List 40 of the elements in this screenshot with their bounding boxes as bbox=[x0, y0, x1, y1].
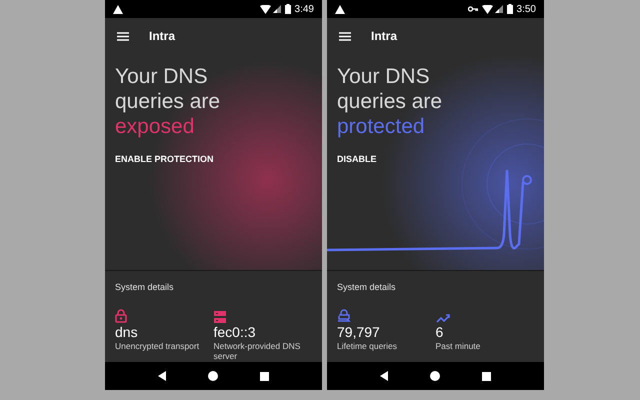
back-icon[interactable] bbox=[380, 371, 388, 381]
wifi-icon bbox=[260, 4, 271, 14]
stat-value: dns bbox=[115, 324, 138, 340]
status-headline: Your DNS queries are bbox=[337, 64, 444, 114]
battery-icon bbox=[506, 4, 513, 14]
padlock-icon bbox=[115, 308, 127, 322]
app-title: Intra bbox=[149, 28, 176, 45]
stat-label: Network-provided DNS server bbox=[214, 340, 302, 360]
stat-label: Unencrypted transport bbox=[115, 340, 200, 350]
battery-icon bbox=[284, 4, 291, 14]
section-title: System details bbox=[337, 281, 397, 294]
padlock-arrow-icon bbox=[337, 308, 351, 322]
section-title: System details bbox=[115, 281, 175, 294]
warning-icon bbox=[335, 4, 345, 14]
protection-toggle-button[interactable]: ENABLE PROTECTION bbox=[115, 153, 214, 166]
status-word: protected bbox=[337, 114, 425, 139]
warning-icon bbox=[113, 4, 123, 14]
signal-icon bbox=[494, 5, 503, 13]
stat-value: 79,797 bbox=[337, 324, 380, 340]
menu-icon[interactable] bbox=[339, 32, 351, 40]
stat-value: 6 bbox=[436, 324, 444, 340]
clock-time: 3:50 bbox=[516, 2, 536, 16]
home-icon[interactable] bbox=[430, 371, 440, 381]
menu-icon[interactable] bbox=[117, 32, 129, 40]
stat-label: Past minute bbox=[436, 340, 482, 350]
status-word: exposed bbox=[115, 114, 194, 139]
home-icon[interactable] bbox=[208, 371, 218, 381]
recents-icon[interactable] bbox=[260, 372, 269, 380]
status-headline: Your DNS queries are bbox=[115, 64, 222, 114]
server-icon bbox=[214, 310, 226, 322]
stat-value: fec0::3 bbox=[214, 324, 256, 340]
trend-icon bbox=[436, 314, 450, 322]
stat-label: Lifetime queries bbox=[337, 340, 398, 350]
wifi-icon bbox=[482, 4, 493, 14]
back-icon[interactable] bbox=[158, 371, 166, 381]
app-title: Intra bbox=[371, 28, 398, 45]
protection-toggle-button[interactable]: DISABLE bbox=[337, 153, 377, 166]
signal-icon bbox=[272, 5, 281, 13]
clock-time: 3:49 bbox=[294, 2, 314, 16]
recents-icon[interactable] bbox=[482, 372, 491, 380]
